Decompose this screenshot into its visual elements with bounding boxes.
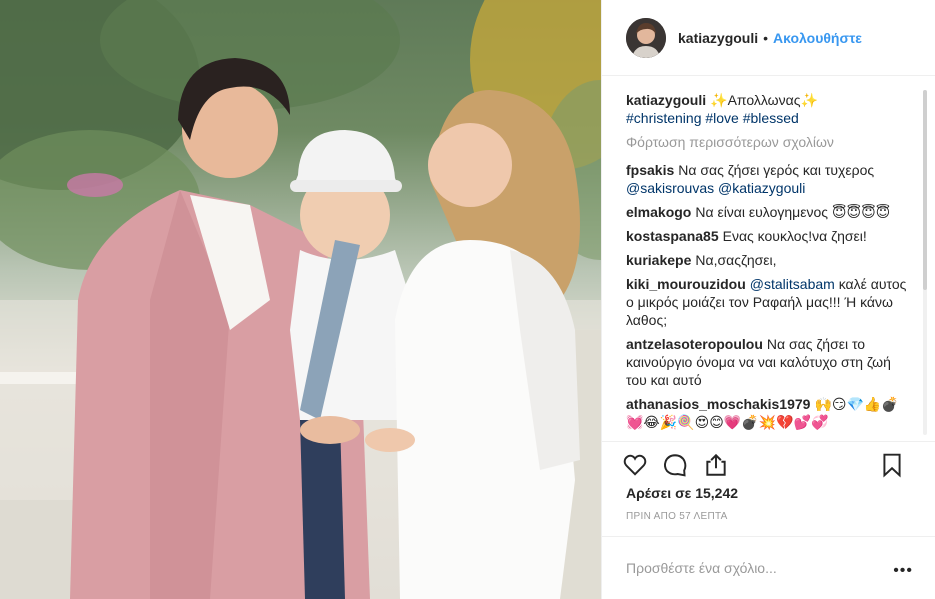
post-header: katiazygouli • Ακολουθήστε bbox=[602, 0, 935, 76]
more-options-icon[interactable]: ••• bbox=[893, 563, 913, 579]
comment-item: kuriakepe Να,σαςζησει, bbox=[626, 251, 915, 269]
comment-username[interactable]: elmakogo bbox=[626, 204, 691, 220]
post-photo[interactable] bbox=[0, 0, 601, 599]
comment-item: athanasios_moschakis1979 🙌😏💎👍💣💓😂🎉🍭😍😊💗💣💥💔💕… bbox=[626, 395, 915, 431]
likes-count[interactable]: Αρέσει σε 15,242 bbox=[626, 485, 738, 501]
load-more-comments-button[interactable]: Φόρτωση περισσότερων σχολίων bbox=[626, 133, 915, 151]
caption: katiazygouli ✨Απολλωνας✨ #christening #lo… bbox=[626, 91, 915, 127]
comment-icon[interactable] bbox=[662, 452, 690, 480]
instagram-post: katiazygouli • Ακολουθήστε katiazygouli ✨… bbox=[0, 0, 935, 599]
comment-username[interactable]: kuriakepe bbox=[626, 252, 691, 268]
author-avatar[interactable] bbox=[626, 17, 666, 58]
comment-item: kiki_mourouzidou @stalitsabam καλέ αυτος … bbox=[626, 275, 915, 329]
family-photo-illustration bbox=[0, 0, 601, 599]
comment-item: fpsakis Να σας ζήσει γερός και τυχερος @s… bbox=[626, 161, 915, 197]
caption-username[interactable]: katiazygouli bbox=[626, 92, 706, 108]
bookmark-icon[interactable] bbox=[879, 452, 907, 480]
separator-dot: • bbox=[763, 29, 769, 46]
comment-text: Ενας κουκλος!να ζησει! bbox=[722, 228, 867, 244]
comment-input[interactable] bbox=[626, 560, 886, 576]
avatar-image bbox=[626, 17, 666, 58]
post-time: ΠΡΙΝ ΑΠΟ 57 ΛΕΠΤΑ bbox=[626, 511, 728, 522]
comment-username[interactable]: fpsakis bbox=[626, 162, 674, 178]
comment-text: Να σας ζήσει γερός και τυχερος bbox=[678, 162, 875, 178]
caption-hashtags[interactable]: #christening #love #blessed bbox=[626, 110, 799, 126]
heart-icon[interactable] bbox=[622, 452, 650, 480]
follow-button[interactable]: Ακολουθήστε bbox=[773, 30, 862, 46]
post-side-panel: katiazygouli • Ακολουθήστε katiazygouli ✨… bbox=[601, 0, 935, 599]
comment-mentions[interactable]: @sakisrouvas @katiazygouli bbox=[626, 180, 805, 196]
comment-text: Να,σαςζησει, bbox=[695, 252, 777, 268]
comment-item: antzelasoteropoulou Να σας ζήσει το καινο… bbox=[626, 335, 915, 389]
comment-username[interactable]: antzelasoteropoulou bbox=[626, 336, 763, 352]
comment-username[interactable]: kostaspana85 bbox=[626, 228, 719, 244]
scrollbar-thumb[interactable] bbox=[923, 90, 927, 290]
add-comment-bar: ••• bbox=[602, 536, 935, 599]
share-icon[interactable] bbox=[703, 452, 731, 480]
comments-list[interactable]: katiazygouli ✨Απολλωνας✨ #christening #lo… bbox=[602, 77, 935, 440]
comments-scrollbar[interactable] bbox=[923, 90, 927, 435]
action-bar bbox=[602, 441, 935, 487]
comment-item: kostaspana85 Ενας κουκλος!να ζησει! bbox=[626, 227, 915, 245]
comment-text: Να είναι ευλογημενος 😇😇😇😇 bbox=[695, 204, 891, 220]
comment-username[interactable]: kiki_mourouzidou bbox=[626, 276, 746, 292]
caption-text: ✨Απολλωνας✨ bbox=[710, 92, 818, 108]
comment-username[interactable]: athanasios_moschakis1979 bbox=[626, 396, 810, 412]
comment-item: elmakogo Να είναι ευλογημενος 😇😇😇😇 bbox=[626, 203, 915, 221]
comment-mention[interactable]: @stalitsabam bbox=[750, 276, 835, 292]
author-username[interactable]: katiazygouli bbox=[678, 30, 758, 46]
